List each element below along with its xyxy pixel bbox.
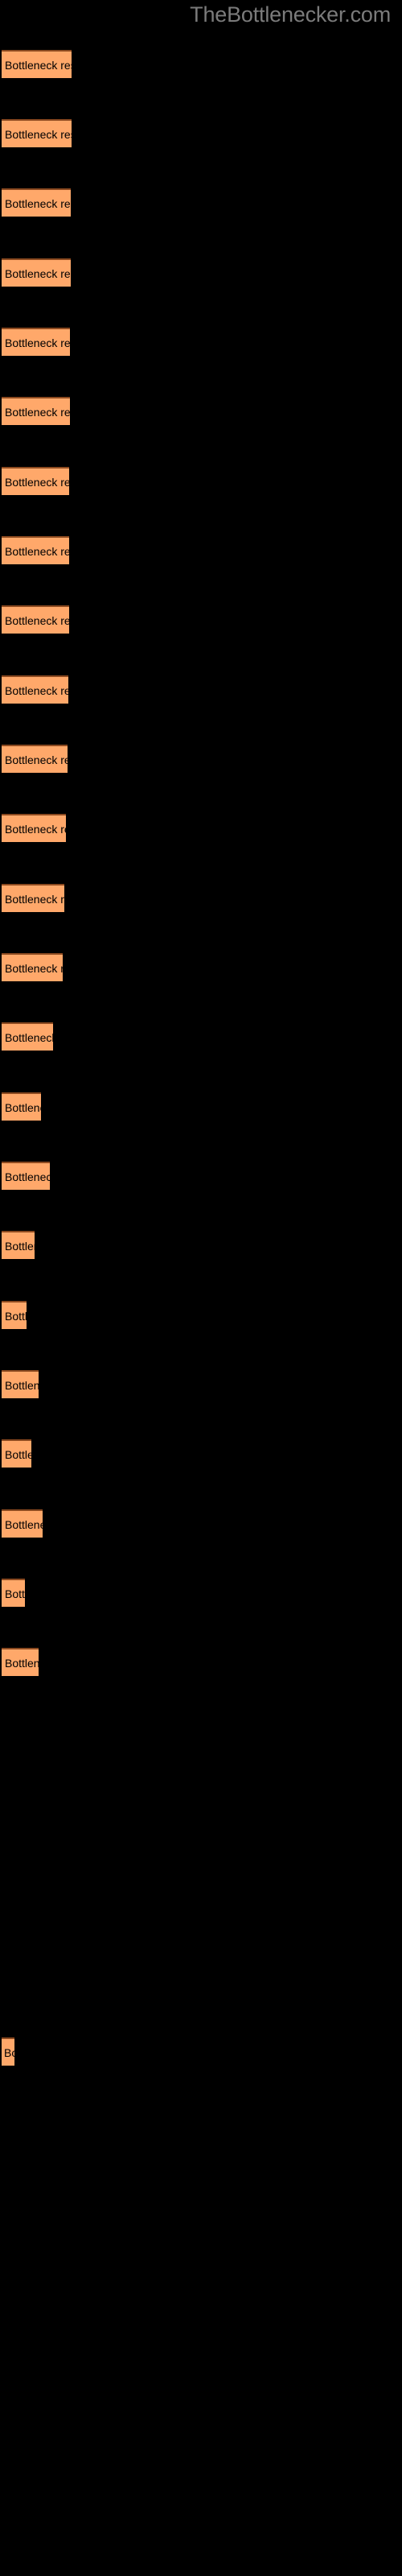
bar-10[interactable]: Bottleneck result xyxy=(2,675,68,704)
bar-15[interactable]: Bottleneck result xyxy=(2,1022,53,1051)
bar-label: Bottleneck result xyxy=(5,961,63,975)
bar-label: Bottleneck result xyxy=(5,753,68,766)
bar-label: Bottleneck result xyxy=(5,892,64,906)
bar-4[interactable]: Bottleneck result xyxy=(2,258,71,287)
bar-19[interactable]: Bottleneck result xyxy=(2,1301,27,1329)
bar-25[interactable]: Bottleneck result xyxy=(2,2037,14,2066)
bar-21[interactable]: Bottleneck result xyxy=(2,1439,31,1468)
bar-17[interactable]: Bottleneck result xyxy=(2,1162,50,1190)
bar-label: Bottleneck result xyxy=(5,822,66,836)
bar-label: Bottleneck result xyxy=(5,405,70,419)
bar-label: Bottleneck result xyxy=(5,683,68,697)
bar-label: Bottleneck result xyxy=(5,613,69,627)
bar-label: Bottleneck result xyxy=(5,196,71,210)
bar-label: Bottleneck result xyxy=(4,2046,14,2059)
bar-12[interactable]: Bottleneck result xyxy=(2,814,66,842)
bar-14[interactable]: Bottleneck result xyxy=(2,953,63,981)
bar-1[interactable]: Bottleneck result xyxy=(2,50,72,78)
bar-13[interactable]: Bottleneck result xyxy=(2,884,64,912)
bar-label: Bottleneck result xyxy=(5,1587,25,1600)
bar-label: Bottleneck result xyxy=(5,1447,31,1461)
chart-root: TheBottlenecker.com Bottleneck resultBot… xyxy=(0,0,402,2576)
bar-8[interactable]: Bottleneck result xyxy=(2,536,69,564)
bar-label: Bottleneck result xyxy=(5,1239,35,1253)
bar-label: Bottleneck result xyxy=(5,475,69,489)
bar-7[interactable]: Bottleneck result xyxy=(2,467,69,495)
bar-label: Bottleneck result xyxy=(5,1100,41,1114)
bar-label: Bottleneck result xyxy=(5,1170,50,1183)
bar-18[interactable]: Bottleneck result xyxy=(2,1231,35,1259)
bar-label: Bottleneck result xyxy=(5,1517,43,1531)
bar-20[interactable]: Bottleneck result xyxy=(2,1370,39,1398)
bar-label: Bottleneck result xyxy=(5,127,72,141)
bar-2[interactable]: Bottleneck result xyxy=(2,119,72,147)
bar-label: Bottleneck result xyxy=(5,336,70,349)
bar-9[interactable]: Bottleneck result xyxy=(2,605,69,634)
bar-label: Bottleneck result xyxy=(5,1030,53,1044)
bar-22[interactable]: Bottleneck result xyxy=(2,1509,43,1538)
bar-label: Bottleneck result xyxy=(5,1656,39,1670)
bar-16[interactable]: Bottleneck result xyxy=(2,1092,41,1121)
bar-label: Bottleneck result xyxy=(5,266,71,280)
bar-6[interactable]: Bottleneck result xyxy=(2,397,70,425)
bar-label: Bottleneck result xyxy=(5,1309,27,1323)
bar-label: Bottleneck result xyxy=(5,1378,39,1392)
bar-3[interactable]: Bottleneck result xyxy=(2,188,71,217)
bar-chart-plot-area: Bottleneck result Bottleneck result Bottle… xyxy=(0,0,402,2576)
bar-23[interactable]: Bottleneck result xyxy=(2,1579,25,1607)
bar-label: Bottleneck result xyxy=(5,58,72,72)
bar-label: Bottleneck result xyxy=(5,544,69,558)
bar-24[interactable]: Bottleneck result xyxy=(2,1648,39,1676)
bar-11[interactable]: Bottleneck result xyxy=(2,745,68,773)
bar-5[interactable]: Bottleneck result xyxy=(2,328,70,356)
